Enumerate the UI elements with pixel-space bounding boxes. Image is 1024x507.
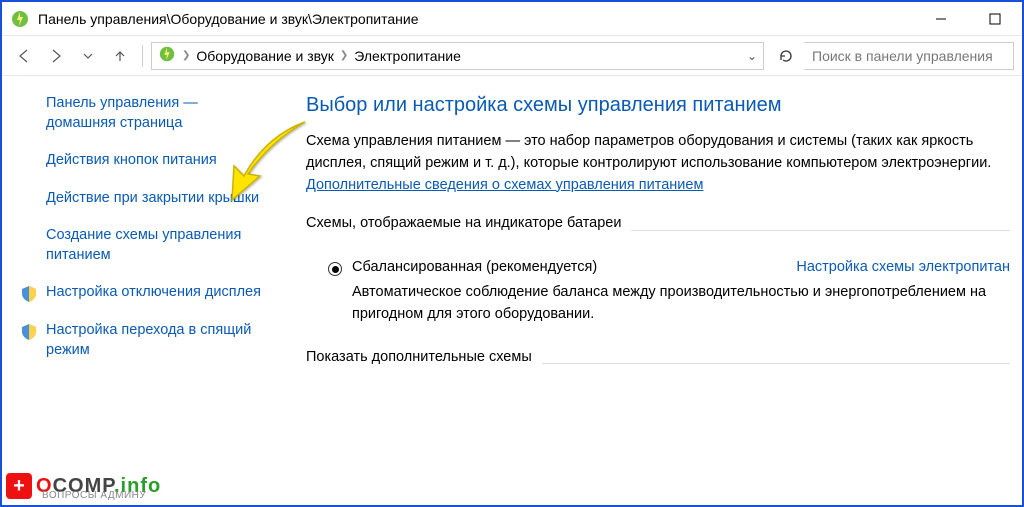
window: Панель управления\Оборудование и звук\Эл… [0, 0, 1024, 507]
content: Панель управления — домашняя страница Де… [2, 76, 1022, 505]
address-dropdown-icon[interactable]: ⌄ [747, 49, 757, 63]
sidebar-display-off-link[interactable]: Настройка отключения дисплея [46, 283, 270, 303]
sidebar-power-buttons-link[interactable]: Действия кнопок питания [46, 151, 270, 171]
page-description: Схема управления питанием — это набор па… [306, 131, 1010, 196]
plan-name[interactable]: Сбалансированная (рекомендуется) [352, 259, 597, 275]
chevron-right-icon: ❯ [340, 50, 348, 61]
up-button[interactable] [106, 42, 134, 70]
minimize-button[interactable] [926, 7, 956, 31]
power-options-icon [158, 45, 176, 66]
navbar: ❯ Оборудование и звук ❯ Электропитание ⌄… [2, 36, 1022, 76]
shield-icon [20, 323, 38, 341]
back-button[interactable] [10, 42, 38, 70]
plan-group-label: Схемы, отображаемые на индикаторе батаре… [306, 215, 631, 231]
power-options-icon [10, 9, 30, 29]
refresh-button[interactable] [772, 42, 800, 70]
additional-plans-header[interactable]: Показать дополнительные схемы [306, 348, 1010, 379]
sidebar-item-label: Настройка отключения дисплея [46, 284, 261, 300]
window-controls [926, 7, 1010, 31]
watermark-subtitle: ВОПРОСЫ АДМИНУ [42, 490, 146, 501]
search-placeholder: Поиск в панели управления [812, 48, 993, 64]
forward-button[interactable] [42, 42, 70, 70]
chevron-right-icon: ❯ [182, 50, 190, 61]
breadcrumb-item[interactable]: Электропитание [354, 48, 461, 64]
plan-radio-balanced[interactable] [328, 262, 342, 276]
plan-group-header: Схемы, отображаемые на индикаторе батаре… [306, 214, 1010, 245]
sidebar-lid-close-link[interactable]: Действие при закрытии крышки [46, 189, 270, 209]
sidebar-create-plan-link[interactable]: Создание схемы управления питанием [46, 226, 270, 265]
separator [142, 45, 143, 67]
watermark: + OCOMP.info ВОПРОСЫ АДМИНУ [6, 473, 161, 499]
additional-plans-label: Показать дополнительные схемы [306, 349, 542, 365]
window-title: Панель управления\Оборудование и звук\Эл… [38, 11, 926, 27]
sidebar-sleep-link[interactable]: Настройка перехода в спящий режим [46, 321, 270, 360]
watermark-badge-icon: + [6, 473, 32, 499]
titlebar: Панель управления\Оборудование и звук\Эл… [2, 2, 1022, 36]
control-panel-home-link[interactable]: Панель управления — домашняя страница [46, 94, 270, 133]
sidebar-item-label: Настройка перехода в спящий режим [46, 322, 251, 358]
description-text: Схема управления питанием — это набор па… [306, 133, 991, 171]
learn-more-link[interactable]: Дополнительные сведения о схемах управле… [306, 177, 703, 193]
maximize-button[interactable] [980, 7, 1010, 31]
main-panel: Выбор или настройка схемы управления пит… [282, 76, 1022, 505]
plan-description: Автоматическое соблюдение баланса между … [306, 282, 1010, 326]
search-input[interactable]: Поиск в панели управления [804, 42, 1014, 70]
breadcrumb-item[interactable]: Оборудование и звук [196, 48, 334, 64]
address-bar[interactable]: ❯ Оборудование и звук ❯ Электропитание ⌄ [151, 42, 764, 70]
plan-row-balanced: Сбалансированная (рекомендуется) Настрой… [306, 259, 1010, 276]
shield-icon [20, 285, 38, 303]
sidebar: Панель управления — домашняя страница Де… [2, 76, 282, 505]
change-plan-settings-link[interactable]: Настройка схемы электропитан [796, 259, 1010, 275]
page-heading: Выбор или настройка схемы управления пит… [306, 94, 1010, 117]
recent-locations-button[interactable] [74, 42, 102, 70]
